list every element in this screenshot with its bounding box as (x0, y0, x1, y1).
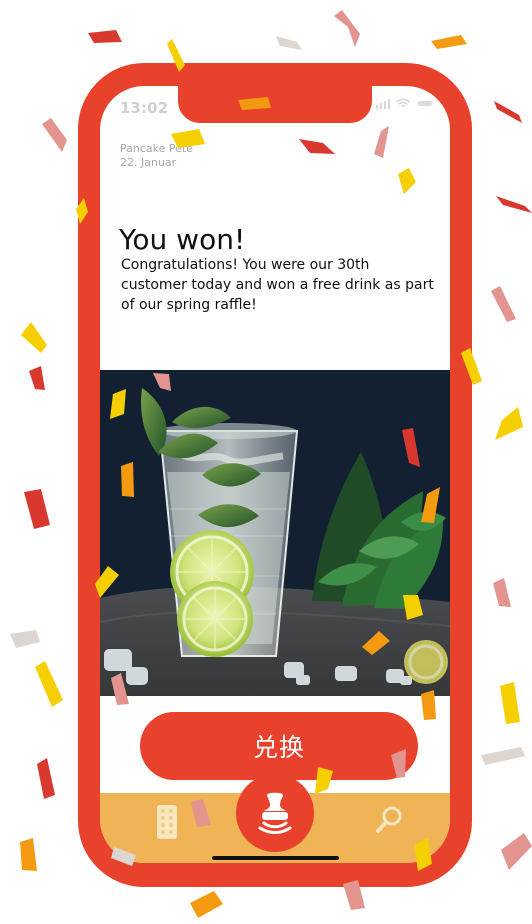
stamp-icon (258, 792, 292, 834)
page-title: You won! (119, 222, 246, 256)
message-date: 22. Januar (120, 156, 177, 169)
search-icon[interactable] (373, 804, 405, 836)
signal-icon (376, 97, 390, 109)
stage: 13:02 Pancake Pete 22. Januar You won! C… (0, 0, 532, 924)
home-indicator (212, 856, 339, 860)
stamp-button[interactable] (236, 774, 314, 852)
battery-icon (418, 100, 432, 106)
message-body: Congratulations! You were our 30th custo… (121, 257, 434, 313)
phone-screen: 13:02 Pancake Pete 22. Januar You won! C… (100, 86, 450, 863)
wifi-icon (396, 97, 410, 109)
status-icons (376, 97, 432, 109)
redeem-button[interactable]: 兑换 (140, 712, 418, 780)
status-time: 13:02 (120, 99, 169, 117)
mojito-drink-photo (100, 370, 450, 696)
message-header: Pancake Pete 22. Januar (120, 142, 430, 170)
phone-frame: 13:02 Pancake Pete 22. Januar You won! C… (78, 63, 472, 887)
cards-icon[interactable] (156, 804, 178, 840)
restaurant-name: Pancake Pete (120, 142, 193, 155)
phone-notch (178, 86, 372, 123)
